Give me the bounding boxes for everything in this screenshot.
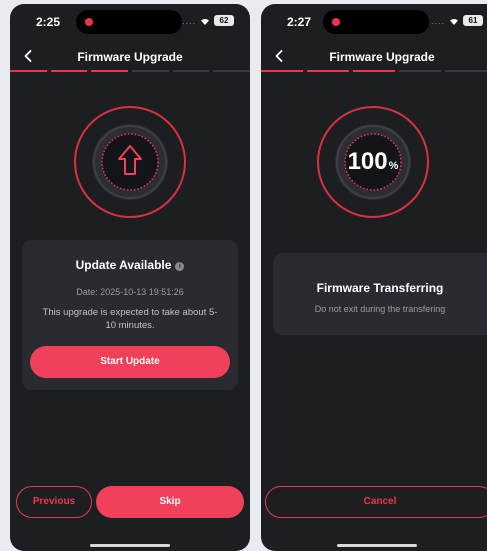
- step-1: [261, 70, 303, 72]
- home-indicator: [90, 544, 170, 547]
- previous-button[interactable]: Previous: [16, 486, 92, 518]
- progress-ring: 100%: [313, 102, 433, 222]
- card-title: Firmware Transferring: [316, 281, 444, 295]
- card-subtitle: Do not exit during the transfering: [314, 304, 446, 314]
- cancel-button[interactable]: Cancel: [265, 486, 487, 518]
- update-card: Update Available i Date: 2025-10-13 19:51…: [22, 240, 238, 390]
- dynamic-island: [76, 10, 182, 34]
- update-date: Date: 2025-10-13 19:51:26: [76, 287, 184, 297]
- update-description: This upgrade is expected to take about 5…: [42, 307, 218, 331]
- status-indicators: .... 62: [182, 15, 234, 26]
- progress-percentage: 100%: [313, 102, 433, 222]
- step-4: [132, 70, 169, 72]
- wifi-icon: [449, 17, 459, 25]
- info-icon[interactable]: i: [175, 262, 185, 271]
- nav-bar: Firmware Upgrade: [261, 40, 487, 74]
- progress-value: 100: [347, 148, 388, 175]
- home-indicator: [337, 544, 417, 547]
- battery-icon: 61: [463, 15, 483, 26]
- dynamic-island: [323, 10, 429, 34]
- progress-unit: %: [388, 160, 399, 172]
- status-time: 2:25: [36, 15, 61, 29]
- step-progress: [10, 70, 250, 73]
- battery-icon: 62: [214, 15, 234, 26]
- step-1: [10, 70, 47, 72]
- page-title: Firmware Upgrade: [329, 50, 435, 64]
- upgrade-ring: [70, 102, 190, 222]
- step-3: [353, 70, 395, 72]
- nav-bar: Firmware Upgrade: [10, 40, 250, 74]
- phone-screen-firmware-transferring: 2:27 .... 61 Firmware Upgrade 100 % Firm…: [261, 4, 487, 551]
- step-5: [172, 70, 210, 72]
- status-indicators: .... 61: [431, 15, 483, 26]
- page-title: Firmware Upgrade: [77, 50, 183, 64]
- transfer-card: Firmware Transferring Do not exit during…: [273, 253, 487, 335]
- step-5: [445, 70, 487, 72]
- step-6: [213, 70, 250, 72]
- wifi-icon: [200, 17, 210, 25]
- card-title: Update Available i: [22, 258, 238, 272]
- recording-indicator-icon: [332, 18, 340, 26]
- status-bar: 2:27 .... 61: [261, 4, 487, 40]
- signal-icon: ....: [430, 15, 445, 26]
- status-time: 2:27: [287, 15, 312, 29]
- update-available-label: Update Available: [75, 258, 172, 272]
- start-update-button[interactable]: Start Update: [30, 346, 230, 378]
- step-2: [307, 70, 349, 72]
- step-4: [399, 70, 441, 72]
- step-3: [91, 70, 129, 72]
- signal-icon: ....: [181, 15, 196, 26]
- step-progress: [261, 70, 487, 73]
- skip-button[interactable]: Skip: [96, 486, 244, 518]
- status-bar: 2:25 .... 62: [10, 4, 250, 40]
- recording-indicator-icon: [85, 18, 93, 26]
- phone-screen-update-available: 2:25 .... 62 Firmware Upgrade Update Ava…: [10, 4, 250, 551]
- step-2: [50, 70, 88, 72]
